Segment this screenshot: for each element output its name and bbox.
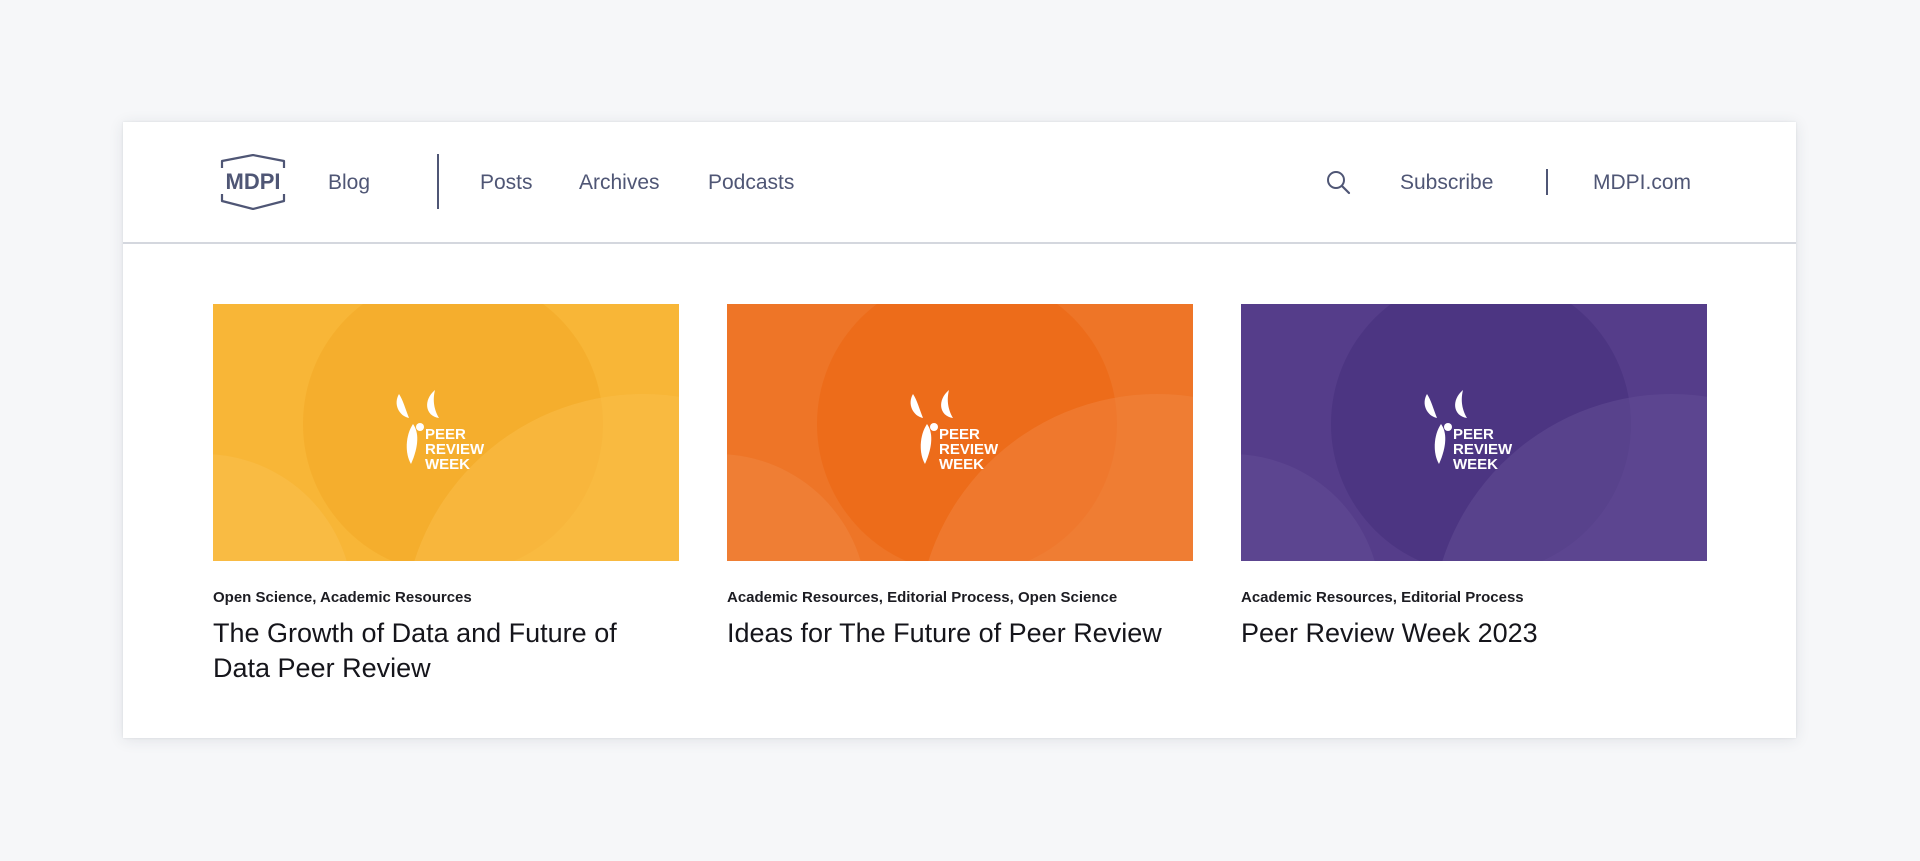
mdpi-com-link[interactable]: MDPI.com: [1593, 169, 1691, 197]
thumbnail-art: PEER REVIEW WEEK: [213, 304, 679, 561]
blog-link[interactable]: Blog: [328, 169, 370, 197]
post-card[interactable]: PEER REVIEW WEEK Open Science, Academic …: [213, 304, 679, 686]
post-card[interactable]: PEER REVIEW WEEK Academic Resources, Edi…: [727, 304, 1193, 651]
site-header: MDPI Blog Posts Archives Podcasts Subscr…: [123, 122, 1796, 244]
post-title[interactable]: Peer Review Week 2023: [1241, 616, 1707, 651]
mdpi-logo[interactable]: MDPI: [212, 154, 294, 210]
category-link[interactable]: Open Science: [1018, 589, 1117, 606]
post-thumbnail[interactable]: PEER REVIEW WEEK: [213, 304, 679, 561]
post-card[interactable]: PEER REVIEW WEEK Academic Resources, Edi…: [1241, 304, 1707, 651]
post-categories: Open Science, Academic Resources: [213, 589, 472, 606]
nav-podcasts[interactable]: Podcasts: [708, 169, 794, 197]
header-divider-short: [1546, 169, 1548, 195]
category-link[interactable]: Open Science: [213, 589, 312, 606]
blog-panel: MDPI Blog Posts Archives Podcasts Subscr…: [123, 122, 1796, 738]
category-link[interactable]: Academic Resources: [727, 589, 879, 606]
svg-text:WEEK: WEEK: [1453, 456, 1498, 473]
subscribe-link[interactable]: Subscribe: [1400, 169, 1493, 197]
search-icon[interactable]: [1325, 169, 1351, 195]
category-link[interactable]: Editorial Process: [887, 589, 1010, 606]
post-categories: Academic Resources, Editorial Process, O…: [727, 589, 1118, 606]
thumbnail-art: PEER REVIEW WEEK: [1241, 304, 1707, 561]
nav-archives[interactable]: Archives: [579, 169, 660, 197]
svg-text:WEEK: WEEK: [939, 456, 984, 473]
category-link[interactable]: Editorial Process: [1401, 589, 1524, 606]
post-title[interactable]: Ideas for The Future of Peer Review: [727, 616, 1193, 651]
svg-text:MDPI: MDPI: [226, 169, 281, 194]
post-thumbnail[interactable]: PEER REVIEW WEEK: [727, 304, 1193, 561]
post-title[interactable]: The Growth of Data and Future of Data Pe…: [213, 616, 679, 686]
nav-posts[interactable]: Posts: [480, 169, 533, 197]
category-link[interactable]: Academic Resources: [320, 589, 472, 606]
category-link[interactable]: Academic Resources: [1241, 589, 1393, 606]
thumbnail-art: PEER REVIEW WEEK: [727, 304, 1193, 561]
svg-text:WEEK: WEEK: [425, 456, 470, 473]
header-divider: [437, 154, 439, 209]
post-thumbnail[interactable]: PEER REVIEW WEEK: [1241, 304, 1707, 561]
post-categories: Academic Resources, Editorial Process: [1241, 589, 1524, 606]
